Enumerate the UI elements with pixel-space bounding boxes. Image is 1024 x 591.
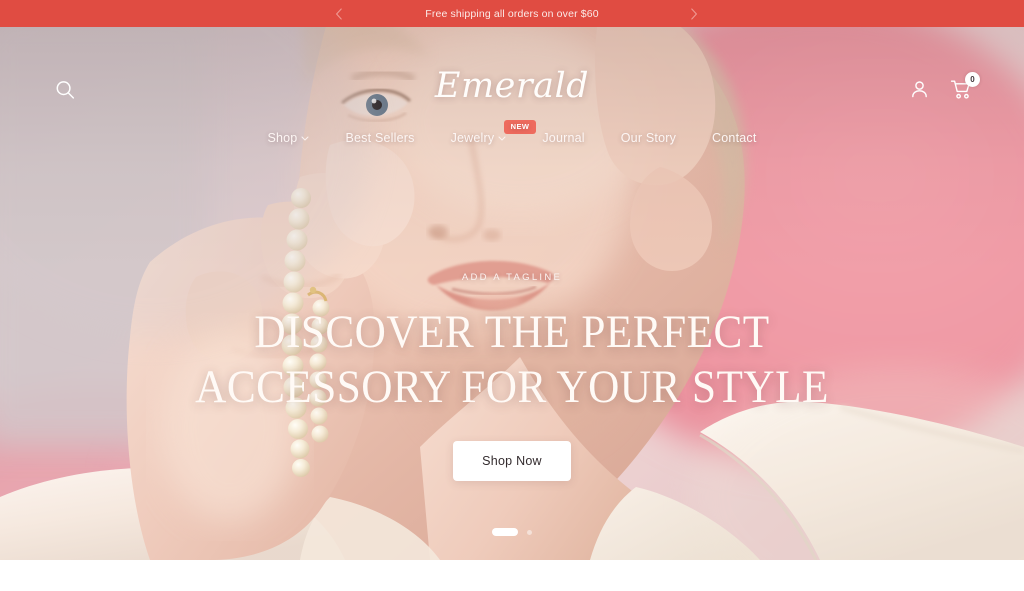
carousel-pagination (0, 528, 1024, 536)
hero-headline-line-1: DISCOVER THE PERFECT (254, 306, 770, 358)
announcement-bar: Free shipping all orders on over $60 (0, 0, 1024, 27)
site-header: Emerald 0 (0, 27, 1024, 132)
nav-label-best-sellers: Best Sellers (345, 131, 415, 145)
carousel-dot-1[interactable] (492, 528, 518, 536)
main-navigation: Shop Best Sellers Jewelry NEW Journal Ou… (0, 120, 1024, 145)
hero-headline: DISCOVER THE PERFECT ACCESSORY FOR YOUR … (41, 305, 983, 414)
nav-item-journal[interactable]: Journal (524, 131, 602, 145)
nav-item-best-sellers[interactable]: Best Sellers (327, 131, 432, 145)
cart-count-badge: 0 (965, 72, 980, 87)
header-actions: 0 (909, 72, 980, 100)
hero-banner: Emerald 0 Shop Best Sellers Jewelry NEW … (0, 27, 1024, 560)
announcement-text: Free shipping all orders on over $60 (425, 7, 599, 20)
carousel-dot-2[interactable] (527, 529, 532, 535)
user-icon[interactable] (909, 79, 930, 100)
page-root: Free shipping all orders on over $60 Eme… (0, 0, 1024, 591)
nav-label-jewelry: Jewelry (450, 131, 495, 145)
hero-content: ADD A TAGLINE DISCOVER THE PERFECT ACCES… (0, 272, 1024, 482)
nav-item-jewelry[interactable]: Jewelry NEW (433, 120, 537, 145)
nav-label-journal: Journal (542, 131, 585, 145)
site-logo[interactable]: Emerald (0, 69, 1024, 104)
hero-headline-line-2: ACCESSORY FOR YOUR STYLE (195, 360, 829, 413)
nav-item-our-story[interactable]: Our Story (603, 131, 694, 145)
hero-tagline: ADD A TAGLINE (461, 272, 563, 283)
chevron-down-icon (301, 135, 309, 143)
nav-label-contact: Contact (712, 131, 757, 145)
chevron-left-icon[interactable] (331, 6, 347, 22)
page-content-below-fold (0, 560, 1024, 591)
nav-item-contact[interactable]: Contact (694, 131, 774, 145)
nav-item-shop[interactable]: Shop (249, 131, 327, 145)
chevron-down-icon (498, 135, 506, 143)
shop-now-button[interactable]: Shop Now (453, 441, 571, 482)
nav-label-shop: Shop (267, 131, 298, 145)
shopping-cart-icon[interactable]: 0 (950, 72, 980, 100)
chevron-right-icon[interactable] (686, 6, 702, 22)
nav-label-our-story: Our Story (620, 131, 677, 145)
